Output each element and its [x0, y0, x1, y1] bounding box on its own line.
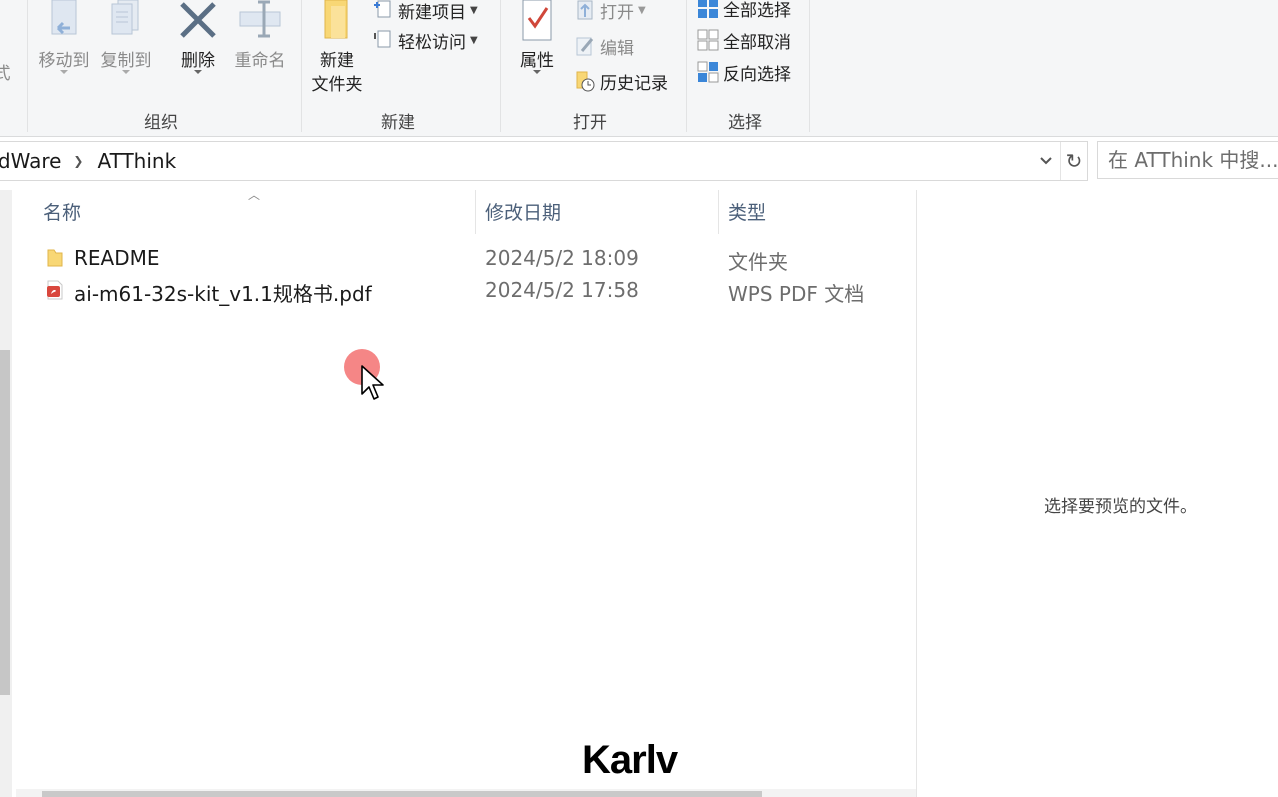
group-label-organize: 组织 — [144, 113, 178, 133]
copy-to-button[interactable]: 复制到 — [96, 0, 156, 74]
address-bar[interactable]: rdWare ❯ ATThink ↻ — [0, 141, 1088, 181]
invert-selection-icon — [697, 61, 719, 83]
invert-selection-button[interactable]: 反向选择 — [697, 58, 791, 86]
column-header-name[interactable]: 名称 — [43, 198, 81, 225]
copy-to-icon — [111, 0, 139, 35]
watermark: Karlv — [582, 738, 678, 782]
easy-access-icon — [372, 29, 394, 51]
folder-icon — [47, 249, 63, 267]
file-date: 2024/5/2 17:58 — [485, 278, 639, 302]
select-all-icon — [697, 0, 719, 19]
ribbon: 式 移动到 复制到 删除 重命名 组织 新建 文件夹 新建项目 ▼ 轻松访问 ▼… — [0, 0, 1278, 137]
edit-icon — [574, 35, 596, 57]
new-item-button[interactable]: 新建项目 ▼ — [372, 0, 478, 24]
sort-ascending-icon: ︿ — [248, 188, 261, 202]
group-label-select: 选择 — [728, 113, 762, 133]
chevron-right-icon[interactable]: ❯ — [73, 154, 83, 168]
chevron-down-icon[interactable] — [1034, 142, 1058, 180]
horizontal-scrollbar[interactable] — [16, 789, 916, 797]
mouse-cursor-icon — [361, 365, 384, 400]
move-to-button[interactable]: 移动到 — [34, 0, 94, 74]
new-folder-button[interactable]: 新建 文件夹 — [308, 0, 366, 97]
group-label-new: 新建 — [381, 113, 415, 133]
open-icon — [574, 0, 596, 21]
group-separator — [301, 0, 302, 132]
column-header-type[interactable]: 类型 — [728, 198, 766, 225]
breadcrumb-item-current[interactable]: ATThink — [97, 149, 176, 173]
preview-pane-divider[interactable] — [916, 190, 917, 797]
delete-button[interactable]: 删除 — [172, 0, 224, 74]
search-input[interactable]: 在 ATThink 中搜... — [1097, 141, 1278, 179]
file-type: WPS PDF 文档 — [728, 282, 865, 306]
group-separator — [500, 0, 501, 132]
open-button[interactable]: 打开 ▼ — [574, 0, 646, 24]
breadcrumb: rdWare ❯ ATThink — [0, 142, 176, 180]
list-item[interactable]: ai-m61-32s-kit_v1.1规格书.pdf 2024/5/2 17:5… — [16, 274, 916, 306]
select-all-button[interactable]: 全部选择 — [697, 0, 791, 22]
easy-access-button[interactable]: 轻松访问 ▼ — [372, 26, 478, 54]
refresh-icon[interactable]: ↻ — [1060, 142, 1087, 180]
edit-button[interactable]: 编辑 — [574, 32, 634, 60]
pdf-icon — [47, 280, 63, 300]
file-type: 文件夹 — [728, 250, 788, 274]
preview-empty-message: 选择要预览的文件。 — [1044, 497, 1197, 517]
properties-icon — [522, 0, 552, 41]
column-header-date[interactable]: 修改日期 — [485, 198, 561, 225]
group-separator — [686, 0, 687, 132]
group-label-open: 打开 — [573, 113, 607, 133]
rename-button[interactable]: 重命名 — [230, 0, 290, 73]
nav-pane-scrollbar[interactable] — [0, 190, 12, 797]
list-item[interactable]: README 2024/5/2 18:09 文件夹 — [16, 242, 916, 274]
column-divider[interactable] — [475, 190, 476, 234]
properties-button[interactable]: 属性 — [512, 0, 562, 74]
group-separator — [809, 0, 810, 132]
select-none-icon — [697, 29, 719, 51]
ribbon-partial-label: 式 — [0, 64, 11, 84]
history-icon — [574, 70, 596, 92]
move-to-icon — [51, 0, 77, 35]
file-list: ︿ 名称 修改日期 类型 README 2024/5/2 18:09 文件夹 a… — [16, 188, 916, 790]
delete-icon — [180, 2, 216, 38]
breadcrumb-item[interactable]: rdWare — [0, 149, 61, 173]
file-date: 2024/5/2 18:09 — [485, 246, 639, 270]
file-name: ai-m61-32s-kit_v1.1规格书.pdf — [74, 282, 372, 306]
file-name: README — [74, 246, 160, 270]
group-separator — [27, 0, 28, 132]
history-button[interactable]: 历史记录 — [574, 67, 668, 95]
folder-icon — [324, 0, 348, 39]
nav-pane-scroll-thumb[interactable] — [0, 350, 10, 695]
column-divider[interactable] — [718, 190, 719, 234]
select-none-button[interactable]: 全部取消 — [697, 26, 791, 54]
new-item-icon — [372, 0, 394, 21]
horizontal-scroll-thumb[interactable] — [42, 791, 762, 797]
rename-icon — [239, 0, 281, 38]
